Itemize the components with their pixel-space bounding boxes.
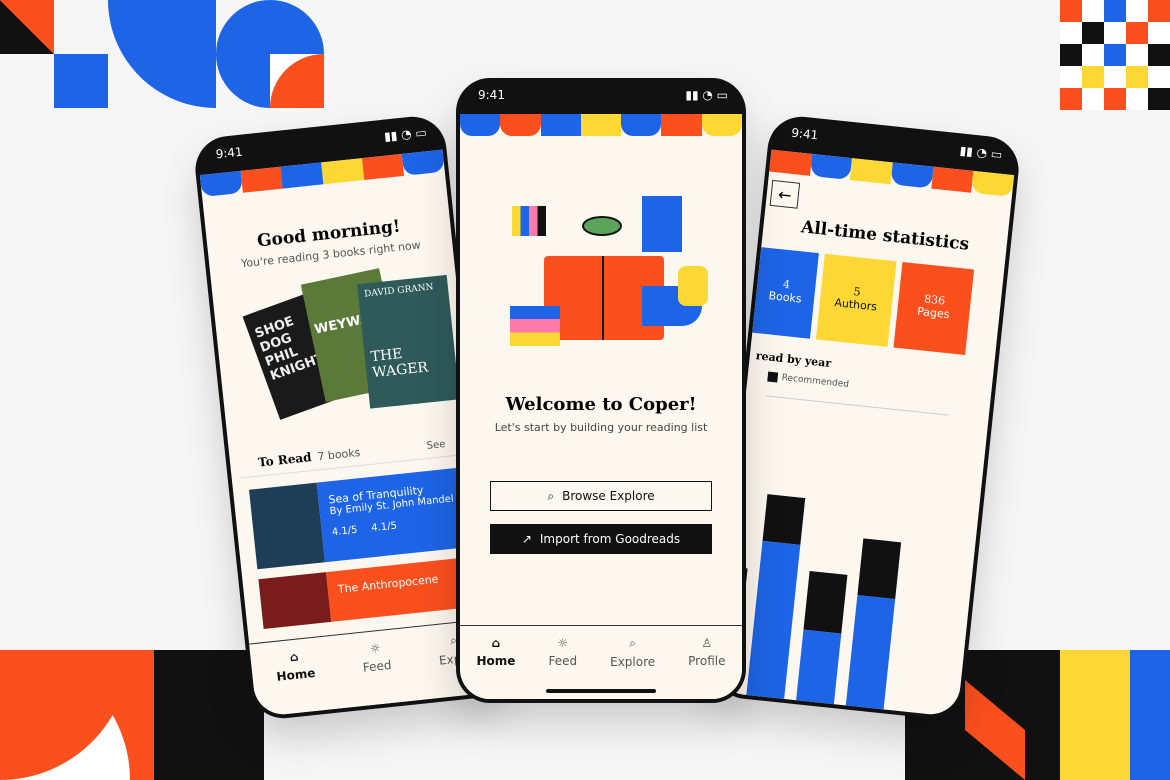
tab-home[interactable]: ⌂ Home <box>477 636 516 699</box>
checker-cell <box>1104 44 1126 66</box>
book-card[interactable]: Sea of Tranquility By Emily St. John Man… <box>249 465 485 570</box>
checker-cell <box>1060 88 1082 110</box>
battery-icon: ▮▮ ◔ ▭ <box>685 88 728 102</box>
decor-top-left <box>0 0 330 110</box>
decor-top-right <box>1060 0 1170 110</box>
legend-swatch <box>767 371 779 383</box>
checker-cell <box>1060 66 1082 88</box>
year-bar <box>796 570 848 705</box>
reading-illustration <box>460 186 742 386</box>
checker-cell <box>1082 66 1104 88</box>
bar-total <box>845 594 896 710</box>
book-cover[interactable]: DAVID GRANN THE WAGER <box>357 274 460 409</box>
stat-card-pages: 836 Pages <box>893 261 975 356</box>
bar-recommended <box>762 494 806 545</box>
button-label: Browse Explore <box>562 489 655 503</box>
checker-cell <box>1126 44 1148 66</box>
battery-icon: ▮▮ ◔ ▭ <box>383 125 428 144</box>
read-by-year-chart <box>714 473 941 713</box>
book-thumbnail <box>258 572 332 629</box>
tab-label: Home <box>275 665 317 684</box>
checker-cell <box>1060 44 1082 66</box>
home-icon: ⌂ <box>289 649 300 665</box>
bar-total <box>796 629 842 705</box>
year-bar <box>845 538 902 710</box>
checker-cell <box>1148 88 1170 110</box>
home-indicator <box>546 689 656 693</box>
checker-cell <box>1104 0 1126 22</box>
sun-icon: ☼ <box>557 636 569 650</box>
decor-bottom-left <box>0 650 265 780</box>
year-bar <box>746 494 806 699</box>
phone-stats: 9:41 ▮▮ ◔ ▭ ← All-time statistics 4 Books … <box>710 113 1022 722</box>
bar-total <box>746 540 801 699</box>
checker-cell <box>1148 22 1170 44</box>
status-time: 9:41 <box>215 144 244 162</box>
status-time: 9:41 <box>790 125 819 143</box>
search-icon: ⌕ <box>547 488 555 503</box>
bar-recommended <box>857 538 902 599</box>
tab-home[interactable]: ⌂ Home <box>274 648 319 715</box>
checker-cell <box>1148 66 1170 88</box>
import-goodreads-button[interactable]: ↗ Import from Goodreads <box>490 524 712 554</box>
checker-cell <box>1104 22 1126 44</box>
tab-label: Profile <box>688 654 726 668</box>
browse-explore-button[interactable]: ⌕ Browse Explore <box>490 481 712 511</box>
to-read-count: 7 books <box>316 445 361 464</box>
checker-cell <box>1126 0 1148 22</box>
welcome-subtitle: Let's start by building your reading lis… <box>494 421 708 434</box>
checker-cell <box>1082 44 1104 66</box>
cover-title: THE WAGER <box>369 346 429 382</box>
cover-author: DAVID GRANN <box>363 282 435 300</box>
search-icon: ⌕ <box>629 636 636 650</box>
tab-feed[interactable]: ☼ Feed <box>360 640 395 706</box>
checker-cell <box>1082 0 1104 22</box>
checker-cell <box>1060 22 1082 44</box>
tab-label: Home <box>476 654 516 668</box>
checker-cell <box>1148 44 1170 66</box>
checker-cell <box>1126 66 1148 88</box>
checker-cell <box>1060 0 1082 22</box>
arrow-up-right-icon: ↗ <box>521 532 532 546</box>
book-thumbnail <box>249 482 325 570</box>
to-read-label: To Read <box>257 450 313 470</box>
current-books: SHOE DOG PHIL KNIGHT WEYWARD DAVID GRANN… <box>212 264 470 439</box>
stat-card-authors: 5 Authors <box>815 253 897 347</box>
checker-cell <box>1126 88 1148 110</box>
tab-label: Feed <box>548 654 578 668</box>
tab-label: Feed <box>362 657 393 675</box>
checker-cell <box>1104 66 1126 88</box>
arrow-left-icon: ← <box>777 184 793 205</box>
checker-cell <box>1082 22 1104 44</box>
home-icon: ⌂ <box>491 636 501 650</box>
tab-profile[interactable]: ♙ Profile <box>688 636 725 699</box>
tab-label: Explore <box>610 655 656 669</box>
status-time: 9:41 <box>478 88 505 102</box>
checker-cell <box>1126 22 1148 44</box>
scallop-banner <box>460 114 742 136</box>
welcome-title: Welcome to Coper! <box>505 394 697 415</box>
checker-cell <box>1148 0 1170 22</box>
goodreads-rating: 4.1/5 <box>331 524 359 539</box>
checker-cell <box>1082 88 1104 110</box>
legend-label: Recommended <box>781 372 850 391</box>
sun-icon: ☼ <box>369 640 382 656</box>
checker-cell <box>1104 88 1126 110</box>
user-icon: ♙ <box>701 636 713 650</box>
battery-icon: ▮▮ ◔ ▭ <box>959 143 1003 162</box>
back-button[interactable]: ← <box>769 179 801 209</box>
see-all-link[interactable]: See <box>426 439 446 452</box>
bar-recommended <box>803 570 848 634</box>
tab-bar: ⌂ Home ☼ Feed ⌕ Explore ♙ Profile <box>460 625 742 699</box>
stat-card-books: 4 Books <box>752 247 819 339</box>
phone-welcome: 9:41 ▮▮ ◔ ▭ Welcome to Coper! Let's start… <box>456 78 746 703</box>
google-rating: 4.1/5 <box>370 520 398 535</box>
button-label: Import from Goodreads <box>539 532 681 546</box>
